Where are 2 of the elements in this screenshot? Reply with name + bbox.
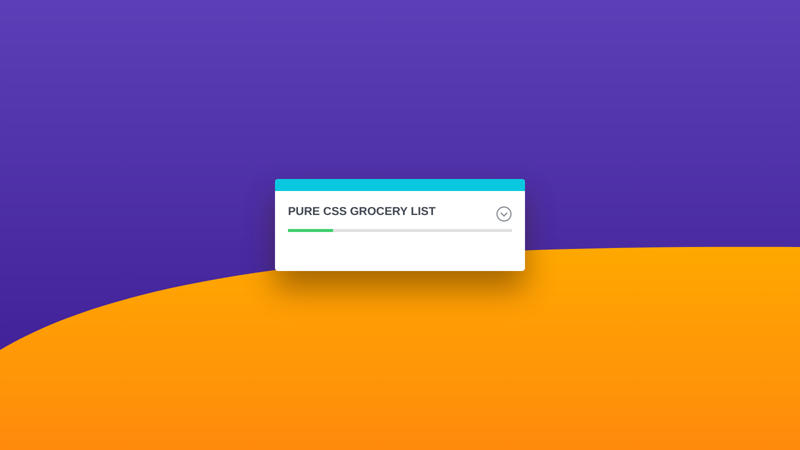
chevron-circle-icon[interactable] (496, 206, 512, 222)
list-title: PURE CSS GROCERY LIST (288, 206, 436, 218)
